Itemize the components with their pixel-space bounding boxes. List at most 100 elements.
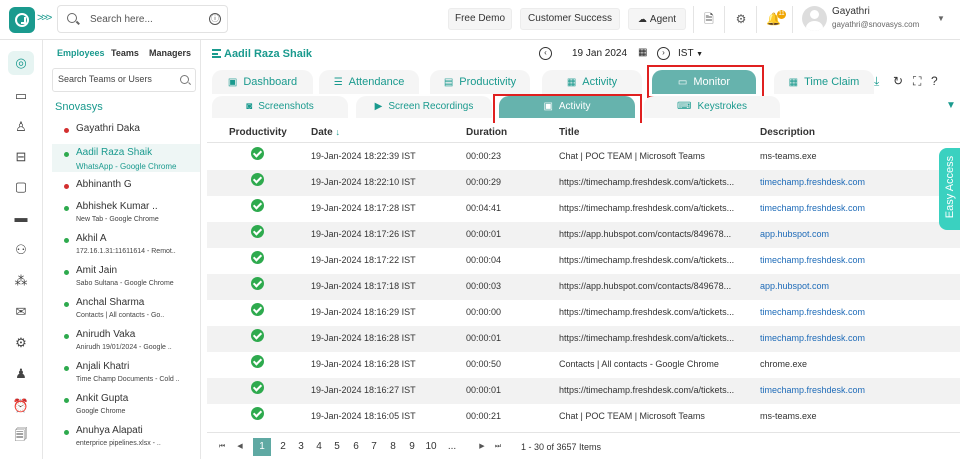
table-row[interactable]: 19-Jan-2024 18:17:18 IST 00:00:03 https://… — [207, 274, 960, 300]
description-cell[interactable]: timechamp.freshdesk.com — [760, 385, 950, 395]
user-list-item[interactable]: Anirudh Vaka Anirudh 19/01/2024 - Google … — [52, 326, 200, 354]
users-icon[interactable]: ⚇ — [8, 239, 34, 261]
description-cell[interactable]: timechamp.freshdesk.com — [760, 203, 950, 213]
timezone-select[interactable]: IST ▼ — [678, 48, 703, 59]
last-page-button[interactable]: ⏭ — [489, 438, 507, 456]
page-button[interactable]: 3 — [292, 438, 310, 456]
page-button[interactable]: 9 — [403, 438, 421, 456]
description-cell[interactable]: timechamp.freshdesk.com — [760, 255, 950, 265]
next-day-button[interactable]: › — [657, 47, 670, 60]
page-button[interactable]: 10 — [422, 438, 440, 456]
table-row[interactable]: 19-Jan-2024 18:17:22 IST 00:00:04 https://… — [207, 248, 960, 274]
column-title[interactable]: Title — [559, 127, 579, 138]
easy-access-tab[interactable]: Easy Access — [939, 148, 960, 230]
refresh-icon[interactable]: ↻ — [893, 74, 903, 88]
user-list-item[interactable]: Anuhya Alapati enterprice pipelines.xlsx … — [52, 422, 200, 450]
help-icon[interactable]: ? — [931, 74, 938, 88]
tab-productivity[interactable]: ▤ Productivity — [430, 70, 530, 94]
user-name[interactable]: Gayathri — [832, 6, 870, 17]
tab-attendance[interactable]: ☰ Attendance — [319, 70, 419, 94]
table-row[interactable]: 19-Jan-2024 18:16:05 IST 00:00:21 Chat | P… — [207, 404, 960, 430]
calendar-icon[interactable]: ▦ — [638, 47, 647, 58]
download-icon[interactable]: ⤓ — [874, 74, 879, 89]
global-search[interactable]: ⓘ — [57, 5, 228, 33]
description-cell[interactable]: app.hubspot.com — [760, 281, 950, 291]
table-row[interactable]: 19-Jan-2024 18:17:28 IST 00:04:41 https://… — [207, 196, 960, 222]
user-list-item[interactable]: Aadil Raza Shaik WhatsApp - Google Chrome — [52, 144, 200, 172]
page-button[interactable]: 4 — [310, 438, 328, 456]
menu-icon[interactable] — [212, 49, 221, 58]
card-icon[interactable]: ▬ — [8, 206, 34, 228]
first-page-button[interactable]: ⏮ — [213, 438, 231, 456]
filter-icon[interactable]: ▼ — [946, 100, 956, 111]
activity-monitor-icon[interactable]: ◎ — [8, 51, 34, 75]
calendar-icon[interactable]: ▭ — [8, 85, 34, 107]
subtab-keystrokes[interactable]: ⌨ Keystrokes — [644, 96, 780, 118]
chevron-down-icon[interactable]: ▼ — [937, 14, 945, 23]
user-list-item[interactable]: Abhinanth G — [52, 176, 200, 198]
table-row[interactable]: 19-Jan-2024 18:22:39 IST 00:00:23 Chat | P… — [207, 144, 960, 170]
page-button[interactable]: 8 — [384, 438, 402, 456]
column-date[interactable]: Date ↓ — [311, 127, 340, 138]
user-list-item[interactable]: Anchal Sharma Contacts | All contacts - G… — [52, 294, 200, 322]
user-list-item[interactable]: Ankit Gupta Google Chrome — [52, 390, 200, 418]
previous-day-button[interactable]: ‹ — [539, 47, 552, 60]
page-button[interactable]: 5 — [328, 438, 346, 456]
user-search-input[interactable] — [58, 74, 173, 84]
tab-dashboard[interactable]: ▣ Dashboard — [212, 70, 313, 94]
table-row[interactable]: 19-Jan-2024 18:16:27 IST 00:00:01 https://… — [207, 378, 960, 404]
organization-name[interactable]: Snovasys — [55, 101, 103, 113]
page-button[interactable]: 7 — [365, 438, 383, 456]
gear-icon[interactable]: ⚙ — [734, 12, 748, 26]
page-button[interactable]: 1 — [253, 438, 271, 456]
alarm-icon[interactable]: ⏰ — [8, 395, 34, 417]
agent-button[interactable]: ☁ Agent — [628, 8, 686, 30]
user-search[interactable] — [52, 68, 196, 92]
settings-icon[interactable]: ⚙ — [8, 332, 34, 354]
avatar[interactable] — [802, 6, 827, 31]
column-productivity[interactable]: Productivity — [229, 127, 287, 138]
description-cell[interactable]: timechamp.freshdesk.com — [760, 307, 950, 317]
table-row[interactable]: 19-Jan-2024 18:16:28 IST 00:00:01 https://… — [207, 326, 960, 352]
profile-icon[interactable]: ♟ — [8, 363, 34, 385]
table-row[interactable]: 19-Jan-2024 18:22:10 IST 00:00:29 https://… — [207, 170, 960, 196]
user-list-item[interactable]: Akhil A 172.16.1.31:11611614 - Remot.. — [52, 230, 200, 258]
mail-icon[interactable]: ✉ — [8, 301, 34, 323]
briefcase-icon[interactable]: ⊟ — [8, 146, 34, 168]
tab-teams[interactable]: Teams — [111, 48, 139, 58]
table-row[interactable]: 19-Jan-2024 18:16:29 IST 00:00:00 https://… — [207, 300, 960, 326]
timechamp-logo[interactable] — [9, 7, 35, 33]
date-value[interactable]: 19 Jan 2024 — [572, 48, 627, 59]
tab-managers[interactable]: Managers — [149, 48, 191, 58]
more-pages-button[interactable]: ... — [443, 438, 461, 456]
user-list-item[interactable]: Gayathri Daka — [52, 120, 200, 142]
user-list-item[interactable]: Amit Jain Sabo Sultana - Google Chrome — [52, 262, 200, 290]
table-row[interactable]: 19-Jan-2024 18:16:28 IST 00:00:50 Contacts… — [207, 352, 960, 378]
subtab-screen-recordings[interactable]: ▶ Screen Recordings — [356, 96, 492, 118]
free-demo-button[interactable]: Free Demo — [448, 8, 512, 30]
fullscreen-icon[interactable]: ⛶ — [913, 74, 921, 89]
tab-activity[interactable]: ▦ Activity — [542, 70, 642, 94]
user-icon[interactable]: ♙ — [8, 116, 34, 138]
customer-success-button[interactable]: Customer Success — [520, 8, 620, 30]
document-icon[interactable]: 🗎 — [702, 12, 716, 26]
report-icon[interactable]: 🗐 — [8, 426, 34, 448]
description-cell[interactable]: timechamp.freshdesk.com — [760, 333, 950, 343]
info-icon[interactable]: ⓘ — [209, 13, 221, 25]
description-cell[interactable]: app.hubspot.com — [760, 229, 950, 239]
team-icon[interactable]: ⁂ — [8, 270, 34, 292]
prev-page-button[interactable]: ◀ — [231, 438, 249, 456]
description-cell[interactable]: timechamp.freshdesk.com — [760, 177, 950, 187]
page-button[interactable]: 2 — [274, 438, 292, 456]
monitor-icon[interactable]: ▢ — [8, 176, 34, 198]
column-description[interactable]: Description — [760, 127, 815, 138]
tab-time-claim[interactable]: ▦ Time Claim — [774, 70, 874, 94]
expand-sidebar-icon[interactable]: >>> — [37, 12, 52, 24]
column-duration[interactable]: Duration — [466, 127, 507, 138]
subtab-screenshots[interactable]: ◙ Screenshots — [212, 96, 348, 118]
user-list-item[interactable]: Anjali Khatri Time Champ Documents - Cold… — [52, 358, 200, 386]
table-row[interactable]: 19-Jan-2024 18:17:26 IST 00:00:01 https://… — [207, 222, 960, 248]
search-input[interactable] — [90, 12, 200, 27]
user-list-item[interactable]: Abhishek Kumar .. New Tab - Google Chrome — [52, 198, 200, 226]
page-button[interactable]: 6 — [347, 438, 365, 456]
